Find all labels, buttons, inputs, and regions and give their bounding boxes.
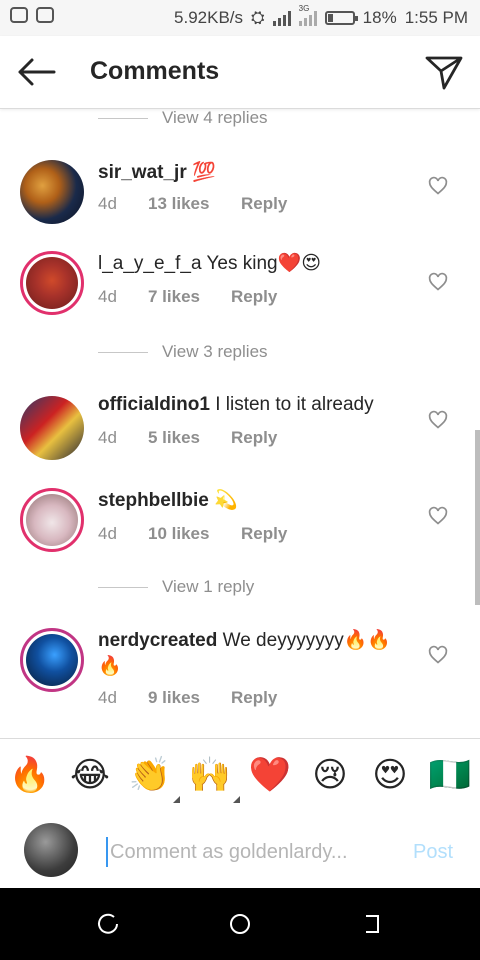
comment-likes[interactable]: 10 likes: [148, 524, 241, 544]
clapping-emoji-button[interactable]: 👏: [128, 753, 180, 803]
battery-icon: [324, 11, 358, 25]
comment-likes[interactable]: 13 likes: [148, 194, 241, 214]
network-type: 3G: [298, 4, 310, 13]
comment-text: I listen to it already: [215, 394, 374, 415]
view-replies-link[interactable]: View 4 replies: [98, 108, 268, 128]
page-title: Comments: [90, 57, 220, 85]
comment-username[interactable]: stephbellbie: [98, 490, 209, 511]
comment-time: 4d: [98, 287, 117, 306]
data-saver-icon: ⛭: [251, 8, 265, 27]
comment-time: 4d: [98, 428, 117, 447]
heart-emoji-button[interactable]: ❤️: [248, 753, 292, 797]
comment-username[interactable]: l_a_y_e_f_a: [98, 253, 202, 274]
comment-likes[interactable]: 7 likes: [148, 287, 231, 307]
direct-send-icon[interactable]: [424, 52, 464, 92]
like-heart-icon[interactable]: [428, 506, 448, 526]
reply-button[interactable]: Reply: [241, 194, 287, 214]
post-button[interactable]: Post: [413, 841, 453, 864]
comment-username[interactable]: officialdino1: [98, 394, 210, 415]
avatar[interactable]: [20, 160, 84, 224]
reply-button[interactable]: Reply: [231, 428, 277, 448]
gallery-notification-icon: [36, 7, 54, 23]
like-heart-icon[interactable]: [428, 272, 448, 292]
comment-time: 4d: [98, 688, 117, 707]
android-nav-bar: [0, 888, 480, 960]
back-nav-icon[interactable]: [360, 912, 384, 936]
like-heart-icon[interactable]: [428, 410, 448, 430]
nigeria-flag-emoji-button[interactable]: 🇳🇬: [428, 753, 472, 797]
comment-time: 4d: [98, 524, 117, 543]
signal-3g-icon: 3G: [298, 4, 317, 26]
whatsapp-notification-icon: [10, 7, 28, 23]
header: Comments: [0, 36, 480, 109]
fire-emoji-button[interactable]: 🔥: [8, 753, 52, 797]
view-replies-link[interactable]: View 3 replies: [98, 342, 268, 362]
reply-button[interactable]: Reply: [231, 688, 277, 708]
comment-text: 💫: [214, 490, 238, 511]
comment-username[interactable]: nerdycreated: [98, 630, 217, 651]
reply-button[interactable]: Reply: [241, 524, 287, 544]
back-arrow-icon[interactable]: [16, 56, 56, 88]
signal-icon: [272, 10, 291, 26]
like-heart-icon[interactable]: [428, 645, 448, 665]
comment-composer: Post: [0, 812, 480, 888]
my-avatar: [24, 823, 78, 877]
skin-tone-indicator: [233, 796, 240, 803]
comments-list[interactable]: View 4 replies sir_wat_jr 💯 4d 13 likes …: [0, 108, 480, 738]
view-replies-link[interactable]: View 1 reply: [98, 577, 254, 597]
home-icon[interactable]: [228, 912, 252, 936]
avatar-with-story[interactable]: [20, 488, 84, 552]
avatar[interactable]: [20, 396, 84, 460]
comment-time: 4d: [98, 194, 117, 213]
scrollbar[interactable]: [475, 430, 480, 605]
recent-apps-icon[interactable]: [96, 912, 120, 936]
comment-likes[interactable]: 5 likes: [148, 428, 231, 448]
comment-likes[interactable]: 9 likes: [148, 688, 231, 708]
network-speed: 5.92KB/s: [174, 8, 244, 27]
avatar-with-story[interactable]: [20, 628, 84, 692]
crying-emoji-button[interactable]: 😢: [308, 753, 352, 797]
laughing-emoji-button[interactable]: 😂: [68, 753, 112, 797]
skin-tone-indicator: [173, 796, 180, 803]
like-heart-icon[interactable]: [428, 176, 448, 196]
comment-text: 💯: [192, 162, 216, 183]
emoji-quick-bar: 🔥 😂 👏 🙌 ❤️ 😢 😍 🇳🇬: [0, 738, 480, 814]
comment-username[interactable]: sir_wat_jr: [98, 162, 187, 183]
reply-button[interactable]: Reply: [231, 287, 277, 307]
avatar-with-story[interactable]: [20, 251, 84, 315]
raised-hands-emoji-button[interactable]: 🙌: [188, 753, 240, 803]
clock: 1:55 PM: [404, 8, 468, 27]
battery-percent: 18%: [362, 8, 397, 27]
comment-text: Yes king❤️😍: [206, 253, 322, 274]
status-bar: 5.92KB/s ⛭ 3G 18% 1:55 PM: [0, 0, 480, 36]
comment-input[interactable]: [106, 837, 392, 867]
heart-eyes-emoji-button[interactable]: 😍: [368, 753, 412, 797]
